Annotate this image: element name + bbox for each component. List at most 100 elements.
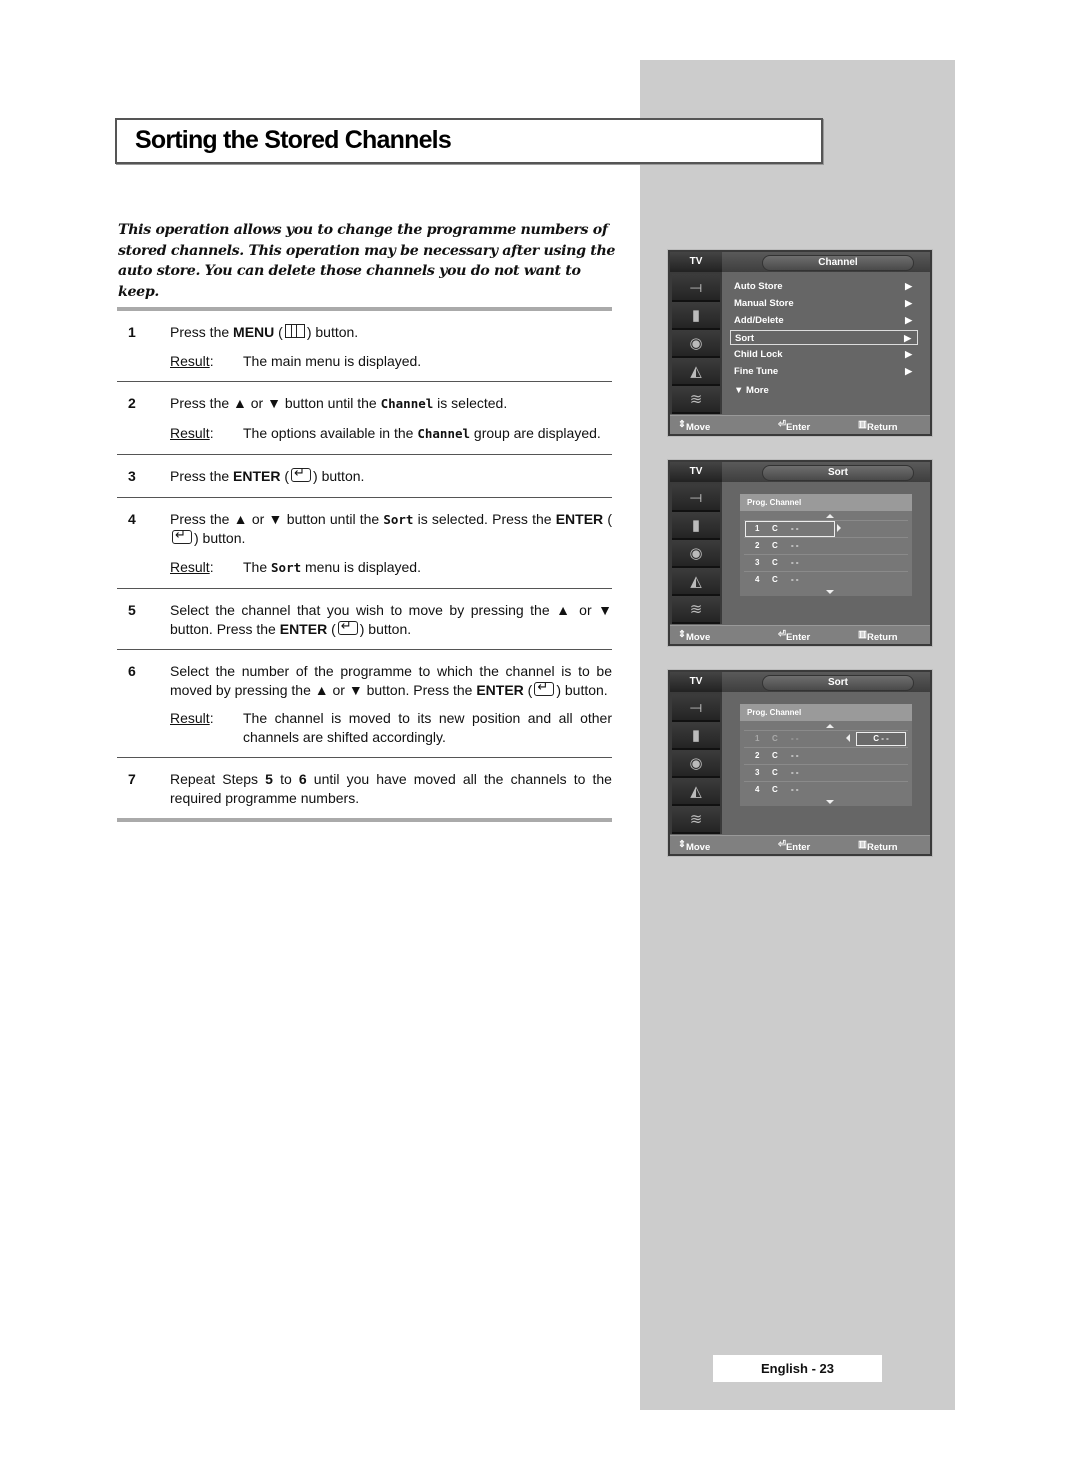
move-hint: ⇕ Move xyxy=(678,419,711,433)
result-label: Result: xyxy=(170,710,214,726)
sort-row[interactable]: 3C- - xyxy=(744,764,908,781)
arrow-right-icon: ▶ xyxy=(905,298,912,308)
step-5: 5 Select the channel that you wish to mo… xyxy=(117,589,612,649)
scroll-down-icon[interactable] xyxy=(826,590,834,594)
enter-key-label: ENTER xyxy=(233,468,281,484)
sort-panel: Prog. Channel 1C- - 2C- - 3C- - 4C- - xyxy=(740,494,912,596)
speaker-icon[interactable]: ◉ xyxy=(672,330,720,358)
menu-name: Channel xyxy=(380,396,434,411)
step-text: is selected. xyxy=(433,395,508,411)
antenna-icon[interactable]: ⟞ xyxy=(672,694,720,722)
menu-item-more[interactable]: ▼ More xyxy=(730,383,918,398)
tv-menu-title: Channel xyxy=(762,255,914,271)
sort-row[interactable]: 2C- - xyxy=(744,747,908,764)
result-text: The Sort menu is displayed. xyxy=(243,558,421,575)
step-text: ( xyxy=(603,510,612,527)
scroll-up-icon[interactable] xyxy=(826,724,834,728)
arrow-right-icon: ▶ xyxy=(905,349,912,359)
target-position-box[interactable]: C - - xyxy=(856,732,906,746)
sort-body: Prog. Channel 1C- - 2C- - 3C- - 4C- - xyxy=(722,482,930,624)
channel-icon[interactable]: ◭ xyxy=(672,358,720,386)
setup-icon[interactable]: ≋ xyxy=(672,386,720,414)
step-text: Press the ▲ or ▼ button until the xyxy=(170,395,381,411)
step-7: 7 Repeat Steps 5 to 6 until you have mov… xyxy=(117,758,612,818)
picture-icon[interactable]: ▮ xyxy=(672,512,720,540)
tv-sidebar: ⟞ ▮ ◉ ◭ ≋ xyxy=(670,482,722,624)
sort-row[interactable]: 2C- - xyxy=(744,537,908,554)
step-ref: 6 xyxy=(298,771,307,787)
picture-icon[interactable]: ▮ xyxy=(672,302,720,330)
menu-item-manual-store[interactable]: Manual Store ▶ xyxy=(730,296,918,311)
speaker-icon[interactable]: ◉ xyxy=(672,540,720,568)
step-text: ) button. xyxy=(359,620,412,637)
menu-item-sort[interactable]: Sort ▶ xyxy=(730,330,918,345)
sort-row[interactable]: 3C- - xyxy=(744,554,908,571)
enter-hint: ⏎ Enter xyxy=(778,419,811,433)
step-text: Press the xyxy=(170,324,234,340)
steps-list: 1 Press the MENU () button. Result: The m… xyxy=(117,307,612,822)
arrow-right-icon: ▶ xyxy=(905,281,912,291)
selection-highlight xyxy=(745,521,835,537)
tv-footer: ⇕ Move ⏎ Enter ▥ Return xyxy=(670,415,930,434)
title-box: Sorting the Stored Channels xyxy=(115,118,823,164)
step-3: 3 Press the ENTER () button. xyxy=(117,455,612,497)
channel-icon[interactable]: ◭ xyxy=(672,778,720,806)
step-text: ( xyxy=(327,620,336,637)
return-hint: ▥ Return xyxy=(858,419,898,433)
sort-row[interactable]: 4C- - xyxy=(744,781,908,798)
tv-label: TV xyxy=(670,252,722,272)
tv-label: TV xyxy=(670,672,722,692)
menu-item-fine-tune[interactable]: Fine Tune ▶ xyxy=(730,364,918,379)
arrow-right-icon: ▶ xyxy=(905,315,912,325)
result-text: The channel is moved to its new position… xyxy=(243,710,612,745)
speaker-icon[interactable]: ◉ xyxy=(672,750,720,778)
tv-screen-sort-move: TV Sort ⟞ ▮ ◉ ◭ ≋ Prog. Channel 1C- - C … xyxy=(667,669,933,857)
picture-icon[interactable]: ▮ xyxy=(672,722,720,750)
sort-header: Prog. Channel xyxy=(740,494,912,511)
step-text: ) button. xyxy=(313,468,365,484)
menu-name: Sort xyxy=(383,511,414,527)
enter-key-label: ENTER xyxy=(555,510,604,527)
antenna-icon[interactable]: ⟞ xyxy=(672,274,720,302)
step-number: 7 xyxy=(128,771,136,787)
return-hint: ▥ Return xyxy=(858,839,898,853)
tv-menu-list: Auto Store ▶ Manual Store ▶ Add/Delete ▶ So… xyxy=(722,272,930,414)
tv-sidebar: ⟞ ▮ ◉ ◭ ≋ xyxy=(670,272,722,414)
step-text: ( xyxy=(274,324,283,340)
step-text: ( xyxy=(280,468,290,484)
step-number: 3 xyxy=(128,468,136,484)
result-text: The main menu is displayed. xyxy=(243,352,422,369)
step-number: 4 xyxy=(128,510,136,527)
tv-screen-sort-select: TV Sort ⟞ ▮ ◉ ◭ ≋ Prog. Channel 1C- - 2C… xyxy=(667,459,933,647)
setup-icon[interactable]: ≋ xyxy=(672,806,720,834)
tv-label: TV xyxy=(670,462,722,482)
step-text: Press the ▲ or ▼ button until the xyxy=(170,510,384,527)
menu-item-child-lock[interactable]: Child Lock ▶ xyxy=(730,347,918,362)
scroll-down-icon[interactable] xyxy=(826,800,834,804)
step-2: 2 Press the ▲ or ▼ button until the Chan… xyxy=(117,382,612,454)
tv-menu-title: Sort xyxy=(762,465,914,481)
page-number: English - 23 xyxy=(713,1355,882,1382)
enter-key-label: ENTER xyxy=(279,620,328,637)
return-hint: ▥ Return xyxy=(858,629,898,643)
enter-key-label: ENTER xyxy=(476,681,524,698)
tv-menu-title: Sort xyxy=(762,675,914,691)
arrow-left-icon xyxy=(846,734,850,742)
scroll-up-icon[interactable] xyxy=(826,514,834,518)
menu-item-auto-store[interactable]: Auto Store ▶ xyxy=(730,279,918,294)
channel-icon[interactable]: ◭ xyxy=(672,568,720,596)
menu-item-add-delete[interactable]: Add/Delete ▶ xyxy=(730,313,918,328)
sort-row[interactable]: 4C- - xyxy=(744,571,908,588)
setup-icon[interactable]: ≋ xyxy=(672,596,720,624)
tv-header: TV Sort xyxy=(670,672,930,692)
enter-hint: ⏎ Enter xyxy=(778,839,811,853)
move-hint: ⇕ Move xyxy=(678,839,711,853)
sort-panel: Prog. Channel 1C- - C - - 2C- - 3C- - 4C… xyxy=(740,704,912,806)
step-number: 1 xyxy=(128,324,136,340)
step-number: 2 xyxy=(128,395,136,411)
antenna-icon[interactable]: ⟞ xyxy=(672,484,720,512)
enter-button-icon xyxy=(337,619,358,635)
step-text: Repeat Steps xyxy=(170,771,266,787)
enter-button-icon xyxy=(172,528,192,544)
tv-footer: ⇕ Move ⏎ Enter ▥ Return xyxy=(670,835,930,854)
